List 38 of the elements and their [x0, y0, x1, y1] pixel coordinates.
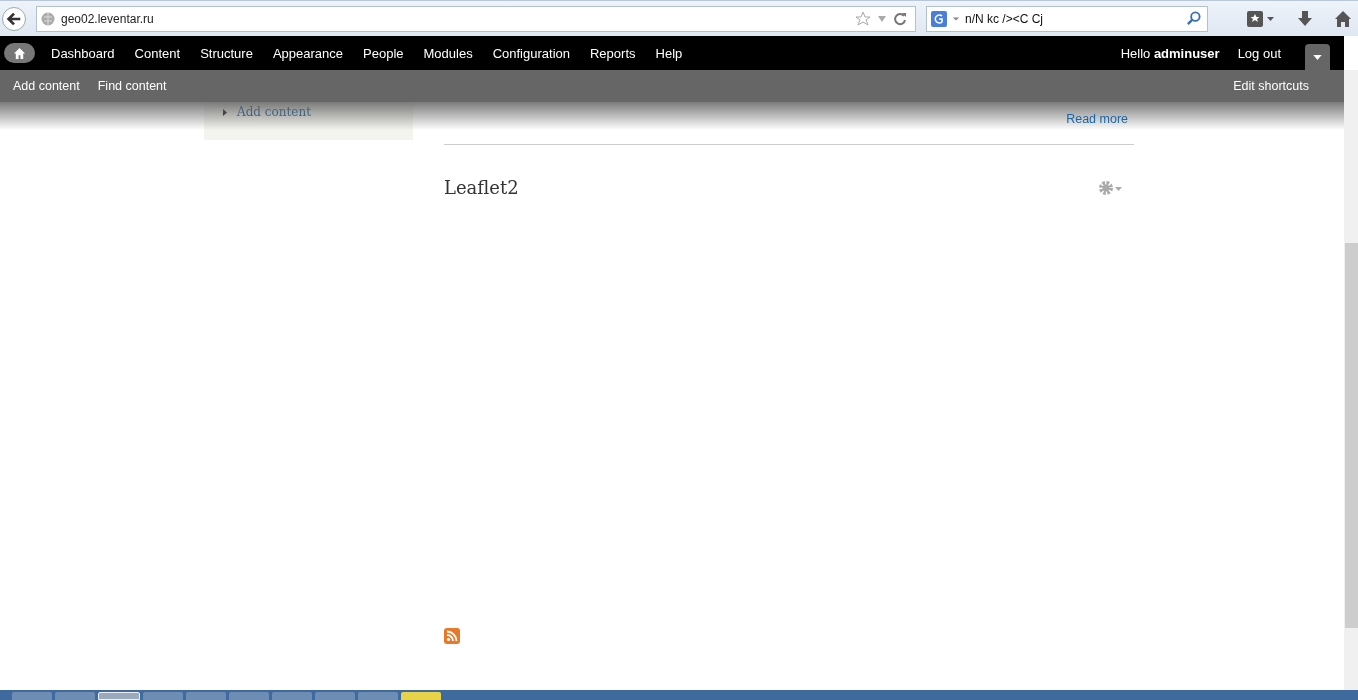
- reload-icon[interactable]: [893, 11, 907, 26]
- scrollbar[interactable]: [1344, 70, 1358, 690]
- home-icon: [13, 46, 26, 60]
- scrollbar-thumb[interactable]: [1345, 243, 1358, 628]
- admin-menu-link[interactable]: Appearance: [264, 41, 352, 65]
- shortcut-link[interactable]: Add content: [6, 75, 87, 97]
- back-button[interactable]: [2, 6, 26, 31]
- home-icon[interactable]: [1334, 9, 1352, 28]
- greeting-text: Hello adminuser: [1120, 45, 1220, 61]
- admin-menu-link[interactable]: Content: [126, 41, 189, 65]
- toggle-button[interactable]: [1305, 44, 1330, 70]
- admin-menu-link[interactable]: Modules: [415, 41, 481, 65]
- admin-menu-link[interactable]: Dashboard: [43, 41, 123, 65]
- edit-shortcuts-link[interactable]: Edit shortcuts: [1226, 75, 1316, 97]
- address-field[interactable]: geo02.leventar.ru: [36, 5, 916, 32]
- admin-menu-link[interactable]: Help: [647, 41, 691, 65]
- bullet-icon: [223, 108, 227, 116]
- gear-icon[interactable]: [1098, 179, 1124, 196]
- read-more-link[interactable]: Read more: [1066, 112, 1128, 126]
- caret-icon: [1313, 54, 1322, 60]
- block-title: Leaflet2: [444, 177, 519, 198]
- taskbar-button[interactable]: [98, 692, 140, 700]
- admin-menu-link[interactable]: Configuration: [484, 41, 578, 65]
- dropdown-icon[interactable]: [952, 14, 960, 23]
- home-button[interactable]: [4, 43, 35, 63]
- admin-menu-link[interactable]: Structure: [192, 41, 261, 65]
- logout-link[interactable]: Log out: [1229, 41, 1289, 65]
- search-icon[interactable]: [1186, 11, 1201, 26]
- star-icon[interactable]: [855, 10, 871, 27]
- bookmarks-icon[interactable]: [1246, 9, 1276, 28]
- globe-icon: [41, 11, 55, 26]
- download-icon[interactable]: [1296, 9, 1314, 28]
- rss-feed-icon[interactable]: [444, 628, 460, 644]
- shortcut-link[interactable]: Find content: [90, 75, 174, 97]
- search-field[interactable]: n/N kc /><C Cj: [926, 5, 1208, 32]
- admin-menu-link[interactable]: Reports: [582, 41, 644, 65]
- dropdown-icon[interactable]: [877, 13, 887, 24]
- admin-menu-link[interactable]: People: [355, 41, 412, 65]
